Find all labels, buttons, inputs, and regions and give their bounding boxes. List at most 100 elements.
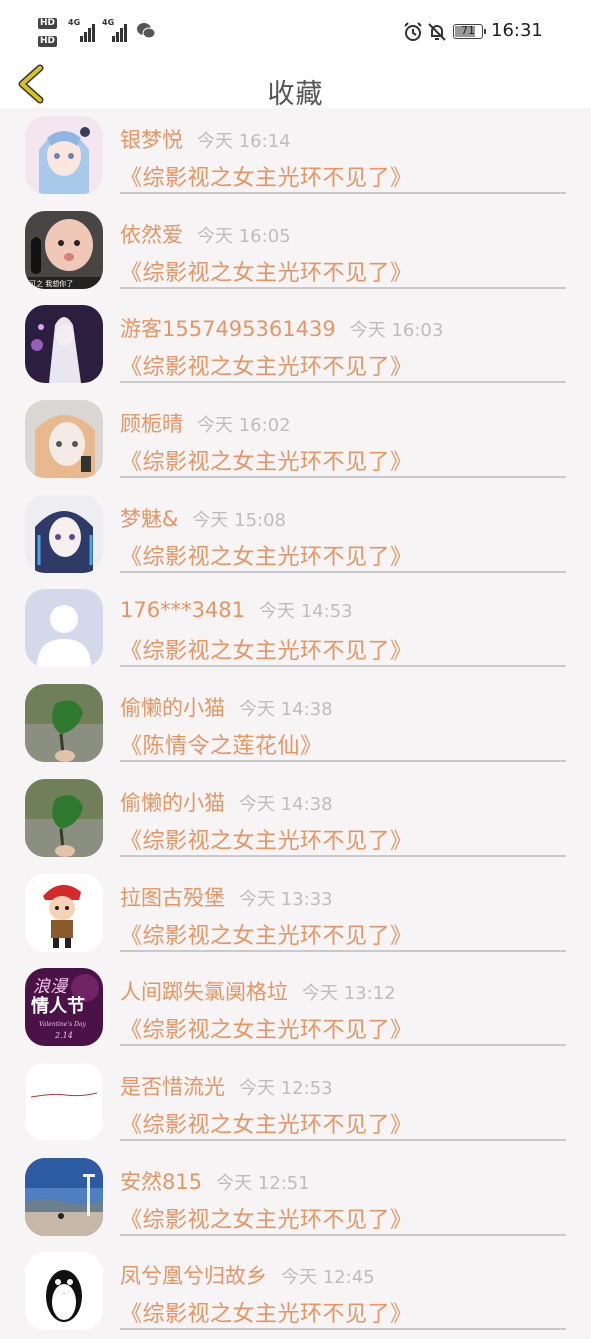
app-header: 收藏 (0, 58, 591, 110)
divider (120, 570, 566, 573)
timestamp: 今天 12:53 (239, 1077, 333, 1099)
avatar[interactable] (25, 873, 103, 952)
wechat-icon (137, 23, 156, 39)
book-title-link[interactable]: 《综影视之女主光环不见了》 (120, 918, 413, 950)
avatar[interactable] (25, 684, 103, 763)
network1-label: 4G (68, 18, 81, 27)
list-item[interactable]: 安然815 今天 12:51 《综影视之女主光环不见了》 (0, 1150, 591, 1245)
divider (120, 1328, 566, 1331)
divider (120, 949, 566, 952)
list-item[interactable]: 拉图古殁堡 今天 13:33 《综影视之女主光环不见了》 (0, 866, 591, 961)
avatar[interactable]: 可之 我想你了 (25, 210, 103, 289)
username[interactable]: 是否惜流光 (120, 1075, 225, 1099)
list-item[interactable]: 可之 我想你了 依然爱 今天 16:05 《综影视之女主光环不见了》 (0, 203, 591, 298)
page-title: 收藏 (267, 79, 324, 110)
book-title-link[interactable]: 《综影视之女主光环不见了》 (120, 255, 413, 287)
avatar-caption: 2.14 (54, 1031, 73, 1040)
book-title-link[interactable]: 《综影视之女主光环不见了》 (120, 160, 413, 192)
timestamp: 今天 16:05 (197, 225, 291, 247)
divider (120, 854, 566, 857)
avatar[interactable] (25, 1157, 103, 1236)
timestamp: 今天 15:08 (192, 509, 286, 531)
book-title-link[interactable]: 《综影视之女主光环不见了》 (120, 349, 413, 381)
username[interactable]: 偷懒的小猫 (120, 696, 225, 720)
book-title-link[interactable]: 《综影视之女主光环不见了》 (120, 633, 413, 665)
sim1-badge: HD (38, 18, 58, 29)
avatar[interactable] (25, 305, 103, 384)
avatar[interactable] (25, 116, 103, 194)
list-item[interactable]: 浪漫 情人节 Valentine's Day 2.14 人间踯失氯阒格垃 今天 13:1… (0, 960, 591, 1055)
divider (120, 286, 566, 289)
divider (120, 476, 566, 479)
username[interactable]: 偷懒的小猫 (120, 791, 225, 815)
timestamp: 今天 14:53 (259, 601, 353, 623)
avatar-caption: 可之 我想你了 (29, 279, 73, 288)
book-title-link[interactable]: 《综影视之女主光环不见了》 (120, 444, 413, 476)
qq-penguin-icon (25, 1252, 103, 1331)
avatar[interactable] (25, 400, 103, 479)
avatar[interactable] (25, 589, 103, 668)
divider (120, 760, 566, 763)
timestamp: 今天 13:33 (239, 888, 333, 910)
list-item[interactable]: 176***3481 今天 14:53 《综影视之女主光环不见了》 (0, 581, 591, 676)
list-item[interactable]: 梦魅& 今天 15:08 《综影视之女主光环不见了》 (0, 487, 591, 582)
divider (120, 665, 566, 668)
username[interactable]: 梦魅& (120, 507, 178, 531)
book-title-link[interactable]: 《综影视之女主光环不见了》 (120, 539, 413, 571)
username[interactable]: 依然爱 (120, 223, 183, 247)
favorites-list: 银梦悦 今天 16:14 《综影视之女主光环不见了》 可之 我想你了 依然爱 今天 … (0, 108, 591, 1339)
username[interactable]: 游客1557495361439 (120, 317, 336, 341)
list-item[interactable]: 偷懒的小猫 今天 14:38 《综影视之女主光环不见了》 (0, 771, 591, 866)
avatar[interactable] (25, 1252, 103, 1331)
divider (120, 1138, 566, 1141)
divider (120, 381, 566, 384)
book-title-link[interactable]: 《综影视之女主光环不见了》 (120, 1012, 413, 1044)
alarm-icon (404, 22, 422, 41)
timestamp: 今天 16:03 (349, 320, 444, 342)
divider (120, 1233, 566, 1236)
list-item[interactable]: 凤兮凰兮归故乡 今天 12:45 《综影视之女主光环不见了》 (0, 1244, 591, 1339)
book-title-link[interactable]: 《综影视之女主光环不见了》 (120, 1296, 413, 1328)
timestamp: 今天 12:51 (216, 1172, 310, 1194)
timestamp: 今天 16:14 (197, 131, 291, 152)
default-avatar-icon (25, 589, 103, 668)
book-title-link[interactable]: 《陈情令之莲花仙》 (120, 728, 323, 760)
status-time: 16:31 (491, 20, 543, 41)
signal2-icon (112, 22, 130, 42)
list-item[interactable]: 银梦悦 今天 16:14 《综影视之女主光环不见了》 (0, 108, 591, 203)
timestamp: 今天 16:02 (197, 415, 291, 437)
book-title-link[interactable]: 《综影视之女主光环不见了》 (120, 823, 413, 855)
username[interactable]: 安然815 (120, 1170, 202, 1194)
list-item[interactable]: 偷懒的小猫 今天 14:38 《陈情令之莲花仙》 (0, 676, 591, 771)
timestamp: 今天 14:38 (239, 699, 333, 721)
bell-off-icon (428, 23, 446, 41)
status-right: 71 16:31 (403, 20, 553, 46)
book-title-link[interactable]: 《综影视之女主光环不见了》 (120, 1107, 413, 1139)
avatar-caption: Valentine's Day (39, 1021, 86, 1028)
avatar[interactable]: 浪漫 情人节 Valentine's Day 2.14 (25, 968, 103, 1047)
list-item[interactable]: 是否惜流光 今天 12:53 《综影视之女主光环不见了》 (0, 1055, 591, 1150)
timestamp: 今天 13:12 (302, 983, 396, 1005)
avatar-caption: 情人节 (31, 996, 85, 1017)
avatar[interactable] (25, 494, 103, 573)
username[interactable]: 拉图古殁堡 (120, 886, 225, 910)
battery-indicator: 71 (453, 24, 486, 39)
timestamp: 今天 12:45 (281, 1267, 375, 1289)
username[interactable]: 凤兮凰兮归故乡 (120, 1264, 267, 1288)
timestamp: 今天 14:38 (239, 793, 333, 815)
divider (120, 192, 566, 194)
list-item[interactable]: 游客1557495361439 今天 16:03 《综影视之女主光环不见了》 (0, 297, 591, 392)
avatar[interactable] (25, 1062, 103, 1141)
signal1-icon (80, 22, 98, 42)
list-item[interactable]: 顾栀晴 今天 16:02 《综影视之女主光环不见了》 (0, 392, 591, 487)
username[interactable]: 顾栀晴 (120, 412, 183, 436)
avatar[interactable] (25, 778, 103, 857)
username[interactable]: 人间踯失氯阒格垃 (120, 980, 288, 1004)
username[interactable]: 176***3481 (120, 598, 245, 622)
divider (120, 1044, 566, 1047)
username[interactable]: 银梦悦 (120, 128, 183, 152)
book-title-link[interactable]: 《综影视之女主光环不见了》 (120, 1202, 413, 1234)
status-bar: HD HD 4G 4G 71 16:31 (0, 0, 591, 58)
avatar-caption: 浪漫 (33, 977, 69, 997)
sim2-badge: HD (38, 36, 58, 47)
